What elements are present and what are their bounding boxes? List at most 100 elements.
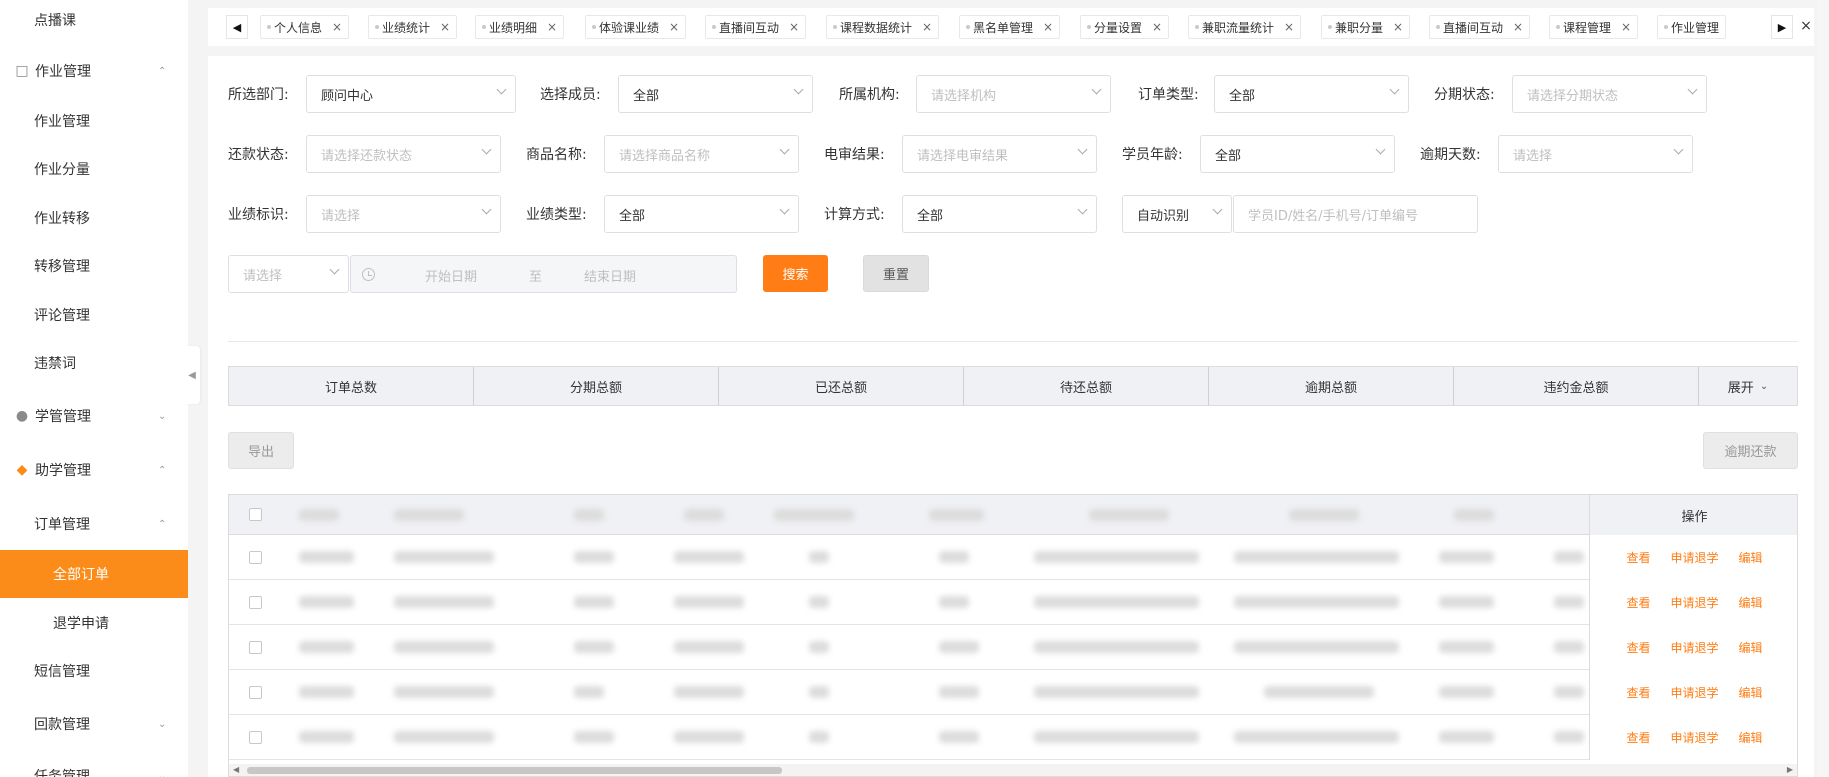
sidebar-item-vod[interactable]: 点播课 [0, 0, 188, 40]
sidebar-item-all-orders[interactable]: 全部订单 [0, 550, 188, 598]
sidebar-group-student-admin[interactable]: ● 学管管理 ⌄ [0, 396, 188, 436]
apply-withdraw-link[interactable]: 申请退学 [1670, 549, 1718, 566]
table-row[interactable]: 查看 申请退学 编辑 [229, 715, 1797, 760]
calc-method-select[interactable]: 全部 [902, 195, 1097, 233]
product-name-select[interactable]: 请选择商品名称 [604, 135, 799, 173]
vertical-scrollbar[interactable] [1818, 0, 1829, 777]
table-row[interactable]: 查看 申请退学 编辑 [229, 625, 1797, 670]
reset-button[interactable]: 重置 [863, 255, 929, 292]
student-age-select[interactable]: 全部 [1200, 135, 1395, 173]
sidebar-item-withdraw-apply[interactable]: 退学申请 [0, 603, 188, 643]
org-select[interactable]: 请选择机构 [916, 75, 1111, 113]
table-row[interactable]: 查看 申请退学 编辑 [229, 580, 1797, 625]
edit-link[interactable]: 编辑 [1739, 594, 1763, 611]
sidebar-item-banned-words[interactable]: 违禁词 [0, 343, 188, 383]
perf-type-select[interactable]: 全部 [604, 195, 799, 233]
search-button[interactable]: 搜索 [763, 255, 828, 292]
row-checkbox[interactable] [249, 551, 262, 564]
sidebar-group-homework[interactable]: □ 作业管理 ⌃ [0, 51, 188, 91]
repay-status-select[interactable]: 请选择还款状态 [306, 135, 501, 173]
close-icon[interactable]: × [1284, 20, 1294, 34]
table-row[interactable]: 查看 申请退学 编辑 [229, 535, 1797, 580]
book-icon: □ [15, 63, 29, 79]
sidebar-item-payback[interactable]: 回款管理 ⌄ [0, 704, 188, 744]
tags-scroll-left-button[interactable]: ◀ [226, 15, 248, 39]
sidebar-item-tasks[interactable]: 任务管理 ⌄ [0, 756, 188, 777]
close-icon[interactable]: × [1043, 20, 1053, 34]
row-checkbox[interactable] [249, 641, 262, 654]
sidebar-item-transfer-manage[interactable]: 转移管理 [0, 246, 188, 286]
close-icon[interactable]: × [332, 20, 342, 34]
sidebar-item-homework-quota[interactable]: 作业分量 [0, 149, 188, 189]
tab-tag[interactable]: 黑名单管理 × [959, 15, 1061, 39]
tab-tag[interactable]: 分量设置 × [1080, 15, 1170, 39]
view-link[interactable]: 查看 [1626, 729, 1650, 746]
row-checkbox[interactable] [249, 731, 262, 744]
sidebar-item-orders[interactable]: 订单管理 ⌃ [0, 504, 188, 544]
sidebar-collapse-toggle[interactable]: ◀ [184, 346, 200, 404]
apply-withdraw-link[interactable]: 申请退学 [1670, 684, 1718, 701]
sidebar-item-homework-manage[interactable]: 作业管理 [0, 101, 188, 141]
tab-tag[interactable]: 直播间互动 × [1429, 15, 1531, 39]
close-icon[interactable]: × [1621, 20, 1631, 34]
installment-status-select[interactable]: 请选择分期状态 [1512, 75, 1707, 113]
close-icon[interactable]: × [789, 20, 799, 34]
view-link[interactable]: 查看 [1626, 684, 1650, 701]
date-type-select[interactable]: 请选择 [228, 255, 349, 293]
tab-tag[interactable]: 兼职流量统计 × [1188, 15, 1302, 39]
tab-tag[interactable]: 作业管理 [1657, 15, 1727, 39]
overdue-days-select[interactable]: 请选择 [1498, 135, 1693, 173]
tab-tag[interactable]: 业绩统计 × [368, 15, 458, 39]
export-button[interactable]: 导出 [228, 432, 294, 469]
close-icon[interactable]: × [547, 20, 557, 34]
table-row[interactable]: 查看 申请退学 编辑 [229, 670, 1797, 715]
tab-tag[interactable]: 课程数据统计 × [826, 15, 940, 39]
sidebar-item-homework-transfer[interactable]: 作业转移 [0, 198, 188, 238]
tab-tag[interactable]: 体验课业绩 × [585, 15, 687, 39]
sidebar-item-sms[interactable]: 短信管理 [0, 651, 188, 691]
row-checkbox[interactable] [249, 596, 262, 609]
tab-tag[interactable]: 课程管理 × [1549, 15, 1639, 39]
view-link[interactable]: 查看 [1626, 594, 1650, 611]
close-icon[interactable]: × [669, 20, 679, 34]
auto-detect-select[interactable]: 自动识别 [1122, 195, 1232, 233]
tab-tag[interactable]: 直播间互动 × [705, 15, 807, 39]
perf-mark-select[interactable]: 请选择 [306, 195, 501, 233]
view-link[interactable]: 查看 [1626, 549, 1650, 566]
tab-tag[interactable]: 个人信息 × [260, 15, 350, 39]
scroll-right-icon[interactable]: ▶ [1787, 764, 1793, 776]
tags-scroll-right-button[interactable]: ▶ [1771, 15, 1793, 39]
edit-link[interactable]: 编辑 [1739, 684, 1763, 701]
apply-withdraw-link[interactable]: 申请退学 [1670, 594, 1718, 611]
select-all-checkbox[interactable] [249, 508, 262, 521]
close-icon[interactable]: × [440, 20, 450, 34]
edit-link[interactable]: 编辑 [1739, 729, 1763, 746]
member-select[interactable]: 全部 [618, 75, 813, 113]
date-range-picker[interactable]: 开始日期 至 结束日期 [350, 255, 737, 293]
overdue-repay-button[interactable]: 逾期还款 [1703, 432, 1798, 469]
review-result-select[interactable]: 请选择电审结果 [902, 135, 1097, 173]
close-all-tabs-button[interactable]: × [1794, 14, 1818, 38]
apply-withdraw-link[interactable]: 申请退学 [1670, 729, 1718, 746]
keyword-input[interactable]: 学员ID/姓名/手机号/订单编号 [1233, 195, 1478, 233]
close-icon[interactable]: × [1393, 20, 1403, 34]
edit-link[interactable]: 编辑 [1739, 639, 1763, 656]
sidebar-item-comments[interactable]: 评论管理 [0, 295, 188, 335]
close-icon[interactable]: × [1152, 20, 1162, 34]
row-checkbox[interactable] [249, 686, 262, 699]
close-icon[interactable]: × [922, 20, 932, 34]
order-type-select[interactable]: 全部 [1214, 75, 1409, 113]
view-link[interactable]: 查看 [1626, 639, 1650, 656]
scroll-left-icon[interactable]: ◀ [233, 764, 239, 776]
edit-link[interactable]: 编辑 [1739, 549, 1763, 566]
tab-tag[interactable]: 兼职分量 × [1321, 15, 1411, 39]
scrollbar-thumb[interactable] [247, 767, 782, 774]
summary-expand-button[interactable]: 展开 ⌄ [1699, 367, 1797, 405]
sidebar-group-study-assist[interactable]: ◆ 助学管理 ⌃ [0, 450, 188, 490]
member-label: 选择成员: [540, 87, 601, 103]
department-select[interactable]: 顾问中心 [306, 75, 516, 113]
horizontal-scrollbar[interactable]: ◀ ▶ [229, 764, 1797, 776]
apply-withdraw-link[interactable]: 申请退学 [1670, 639, 1718, 656]
tab-tag[interactable]: 业绩明细 × [475, 15, 565, 39]
close-icon[interactable]: × [1513, 20, 1523, 34]
